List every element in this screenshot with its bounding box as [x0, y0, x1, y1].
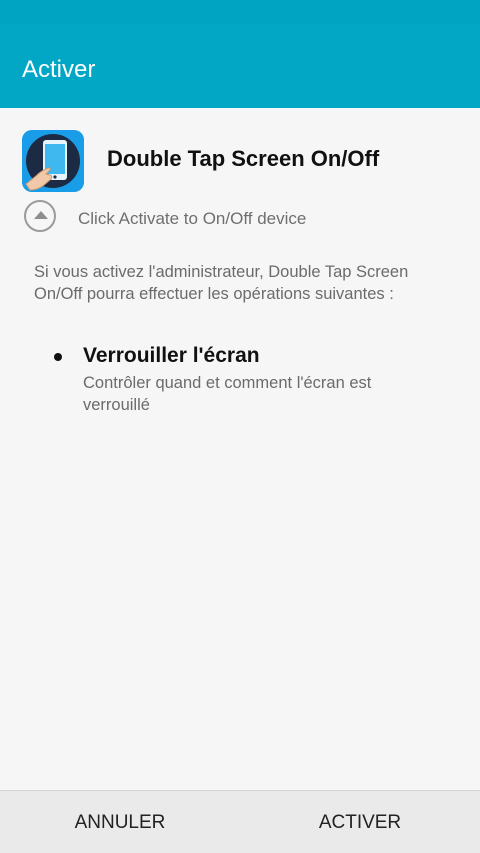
activate-button[interactable]: ACTIVER — [240, 791, 480, 853]
policy-description: Contrôler quand et comment l'écran est v… — [83, 374, 372, 414]
chevron-up-circle-icon[interactable] — [24, 200, 56, 232]
expand-row[interactable]: Click Activate to On/Off device — [24, 200, 464, 236]
cancel-button[interactable]: ANNULER — [0, 791, 240, 853]
device-admin-screen: Activer Double Tap Screen On/Off Click A… — [0, 0, 480, 853]
page-title: Activer — [22, 56, 96, 83]
double-tap-phone-app-icon — [22, 130, 84, 192]
app-header: Double Tap Screen On/Off — [22, 130, 462, 192]
expand-hint-text: Click Activate to On/Off device — [78, 209, 307, 228]
app-name: Double Tap Screen On/Off — [107, 146, 380, 171]
status-bar — [0, 0, 480, 24]
policy-title: Verrouiller l'écran — [83, 344, 260, 367]
action-bar: ANNULER ACTIVER — [0, 790, 480, 853]
admin-description: Si vous activez l'administrateur, Double… — [34, 263, 409, 303]
bullet-icon — [54, 353, 62, 361]
app-bar: Activer — [0, 24, 480, 108]
